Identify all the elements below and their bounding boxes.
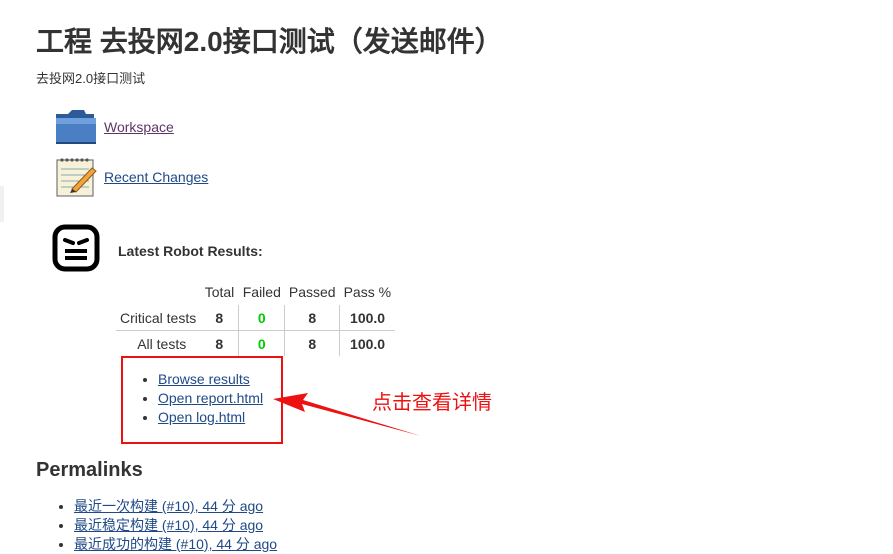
folder-icon xyxy=(56,110,96,144)
list-item: 最近一次构建 (#10), 44 分 ago xyxy=(74,497,277,516)
list-item: 最近成功的构建 (#10), 44 分 ago xyxy=(74,535,277,554)
annotation-text: 点击查看详情 xyxy=(372,392,492,414)
left-edge-bar xyxy=(0,186,4,222)
column-header-pass-pct: Pass % xyxy=(343,284,392,300)
project-description: 去投网2.0接口测试 xyxy=(36,71,146,86)
table-row: Critical tests 8 0 8 100.0 xyxy=(116,305,396,331)
page-title: 工程 去投网2.0接口测试（发送邮件） xyxy=(36,26,503,57)
passed-cell: 8 xyxy=(284,330,340,356)
last-stable-build-link[interactable]: 最近稳定构建 (#10), 44 分 ago xyxy=(74,517,263,533)
task-workspace[interactable]: Workspace xyxy=(54,106,174,148)
passed-cell: 8 xyxy=(284,305,340,331)
table-header-row: Total Failed Passed Pass % xyxy=(116,282,395,305)
row-label: Critical tests xyxy=(116,305,201,331)
highlight-box xyxy=(121,356,283,444)
list-item: 最近稳定构建 (#10), 44 分 ago xyxy=(74,516,277,535)
last-successful-build-link[interactable]: 最近成功的构建 (#10), 44 分 ago xyxy=(74,536,277,552)
last-build-link[interactable]: 最近一次构建 (#10), 44 分 ago xyxy=(74,498,263,514)
column-header-passed: Passed xyxy=(288,284,336,300)
pass-pct-cell: 100.0 xyxy=(339,305,396,331)
permalinks-list: 最近一次构建 (#10), 44 分 ago 最近稳定构建 (#10), 44 … xyxy=(56,497,277,554)
robot-results-heading: Latest Robot Results: xyxy=(118,243,263,259)
total-cell: 8 xyxy=(215,335,224,352)
notepad-icon xyxy=(56,158,97,197)
column-header-failed: Failed xyxy=(242,284,281,300)
failed-cell: 0 xyxy=(238,330,285,356)
total-cell: 8 xyxy=(200,305,239,331)
permalinks-heading: Permalinks xyxy=(36,459,143,481)
recent-changes-link[interactable]: Recent Changes xyxy=(104,169,208,185)
row-label: All tests xyxy=(137,335,187,352)
pass-pct-cell: 100.0 xyxy=(339,330,396,356)
table-row: All tests 8 0 8 100.0 xyxy=(116,330,396,356)
column-header-total: Total xyxy=(204,284,235,300)
workspace-link[interactable]: Workspace xyxy=(104,119,174,135)
failed-cell: 0 xyxy=(238,305,285,331)
robot-results-table: Total Failed Passed Pass % Critical test… xyxy=(116,282,396,356)
task-recent-changes[interactable]: Recent Changes xyxy=(54,156,208,198)
robot-framework-icon xyxy=(52,224,100,272)
column-header xyxy=(116,282,200,305)
